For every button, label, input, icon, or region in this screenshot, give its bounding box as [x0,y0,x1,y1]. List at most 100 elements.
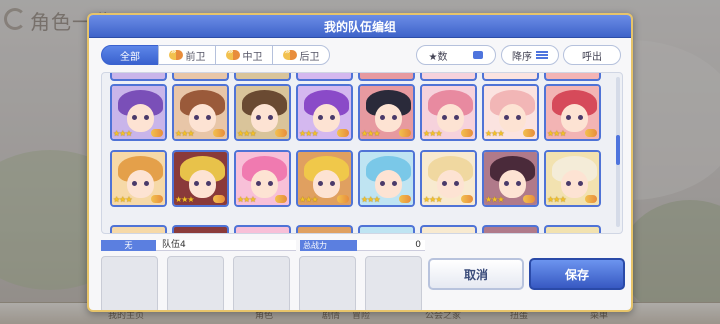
call-label: 呼出 [582,51,602,63]
character-card[interactable]: ★★★ [482,84,539,141]
tab-front[interactable]: 前卫 [158,45,216,65]
character-card[interactable] [296,225,353,233]
tab-front-label: 前卫 [185,51,206,63]
total-power-value-bar: 0 [357,240,425,251]
save-label: 保存 [564,267,589,282]
front-position-icon [168,46,183,60]
portrait-eye [442,115,447,120]
character-card[interactable] [482,73,539,81]
character-card[interactable] [544,73,601,81]
save-button[interactable]: 保存 [529,258,625,290]
portrait-face [189,104,216,132]
portrait-face [561,170,588,198]
portrait-face [499,170,526,198]
character-card[interactable]: ★★★ [296,84,353,141]
character-card[interactable] [296,73,353,81]
team-slot-2[interactable] [167,256,224,310]
dialog-header: 我的队伍编组 [89,15,631,38]
character-card[interactable]: ★★★ [172,84,229,141]
portrait-eye [330,181,335,186]
portrait-face [127,104,154,132]
character-card[interactable]: ★★★ [234,84,291,141]
character-card[interactable] [544,225,601,233]
tab-middle[interactable]: 中卫 [215,45,273,65]
portrait-eye [504,181,509,186]
position-badge-icon [399,129,411,137]
portrait-face [313,170,340,198]
star-rating: ★★★ [175,129,194,138]
position-badge-icon [213,129,225,137]
character-card[interactable] [420,73,477,81]
character-card[interactable]: ★★★ [482,150,539,207]
total-power-value: 0 [415,240,421,250]
call-button[interactable]: 呼出 [563,45,621,65]
cancel-button[interactable]: 取消 [428,258,524,290]
portrait-eye [380,181,385,186]
portrait-eye [454,181,459,186]
position-badge-icon [275,195,287,203]
character-card[interactable]: ★★★ [420,150,477,207]
character-card[interactable] [234,225,291,233]
character-card[interactable]: ★★★ [172,150,229,207]
position-badge-icon [461,129,473,137]
position-badge-icon [275,129,287,137]
star-rating: ★★★ [485,129,504,138]
portrait-eye [516,115,521,120]
team-slot-4[interactable] [299,256,356,310]
tab-all[interactable]: 全部 [101,45,159,65]
tab-all-label: 全部 [120,51,140,63]
sort-key-button[interactable]: ★数 [416,45,496,65]
team-slot-3[interactable] [233,256,290,310]
character-card[interactable] [110,225,167,233]
character-card[interactable]: ★★★ [544,150,601,207]
portrait-eye [504,115,509,120]
team-slot-5[interactable] [365,256,422,310]
portrait-eye [516,181,521,186]
team-name-field[interactable]: 队伍4 [156,240,296,251]
position-badge-icon [151,129,163,137]
sort-key-icon [473,51,484,59]
portrait-eye [380,115,385,120]
character-card[interactable] [358,225,415,233]
team-name: 队伍4 [162,240,186,250]
character-card[interactable] [110,73,167,81]
character-card[interactable] [482,225,539,233]
character-card[interactable]: ★★★ [296,150,353,207]
position-badge-icon [523,195,535,203]
position-filter-tabs: 全部 前卫 中卫 后卫 [101,45,330,65]
portrait-eye [392,181,397,186]
character-card[interactable]: ★★★ [110,150,167,207]
portrait-face [437,104,464,132]
character-card[interactable] [172,225,229,233]
character-card[interactable]: ★★★ [110,84,167,141]
character-card[interactable]: ★★★ [544,84,601,141]
position-badge-icon [337,129,349,137]
team-slot-1[interactable] [101,256,158,310]
portrait-eye [132,181,137,186]
character-card[interactable]: ★★★ [358,84,415,141]
character-card[interactable] [234,73,291,81]
star-rating: ★★★ [547,195,566,204]
portrait-eye [442,181,447,186]
character-card[interactable]: ★★★ [234,150,291,207]
sort-order-button[interactable]: 降序 [501,45,559,65]
roster-scrollbar-thumb[interactable] [616,135,620,165]
star-rating: ★★★ [423,195,442,204]
sort-order-label: 降序 [512,51,532,63]
position-badge-icon [523,129,535,137]
tab-middle-label: 中卫 [242,51,263,63]
total-power-label: 总战力 [303,241,327,250]
portrait-face [437,170,464,198]
star-rating: ★★★ [547,129,566,138]
tab-back-label: 后卫 [299,51,320,63]
character-card[interactable] [358,73,415,81]
character-card[interactable]: ★★★ [358,150,415,207]
character-card[interactable] [420,225,477,233]
tab-back[interactable]: 后卫 [272,45,330,65]
portrait-eye [256,181,261,186]
star-rating: ★★★ [237,195,256,204]
portrait-face [127,170,154,198]
character-card[interactable]: ★★★ [420,84,477,141]
portrait-eye [318,115,323,120]
character-card[interactable] [172,73,229,81]
